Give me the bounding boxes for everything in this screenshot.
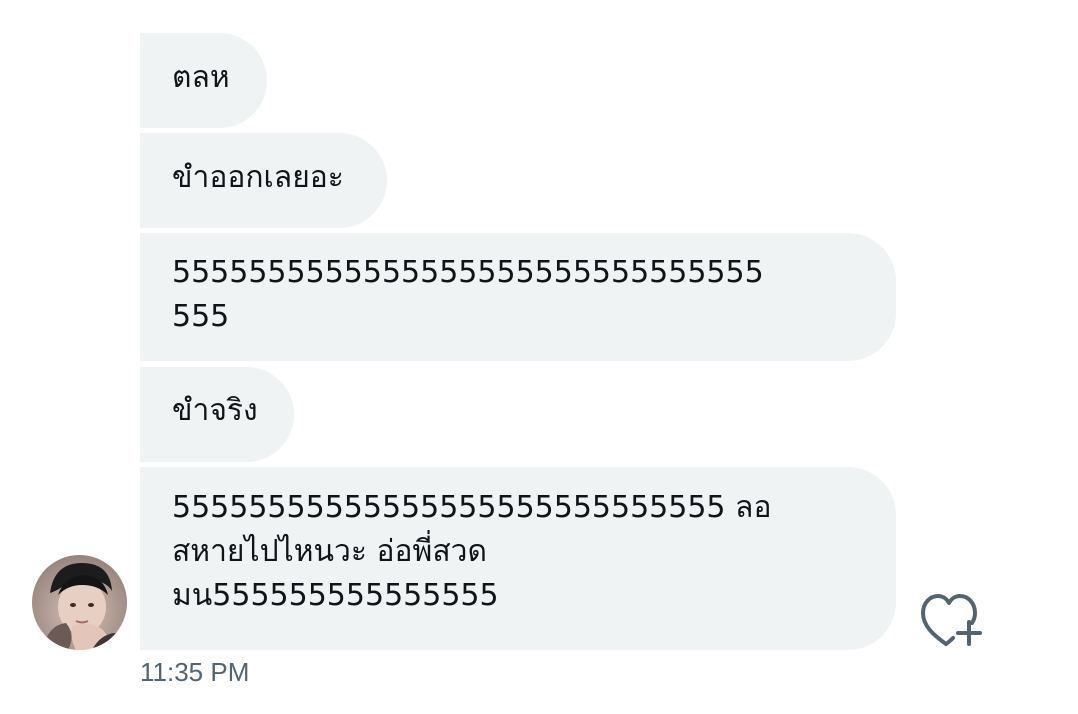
message-bubble[interactable]: 55555555555555555555555555555 ลอ สหายไปไ…	[140, 467, 896, 650]
message-text: ขำออกเลยอะ	[172, 160, 344, 195]
message-text: สหายไปไหนวะ อ่อพี่สวด	[172, 534, 487, 569]
message-text: 5555555555555555555555555555555	[172, 255, 764, 290]
avatar-image	[32, 555, 127, 650]
avatar[interactable]	[32, 555, 127, 650]
message-text: 55555555555555555555555555555 ลอ	[172, 490, 772, 525]
message-text: 555	[172, 299, 230, 334]
message-text: ตลห	[172, 60, 230, 95]
message-bubble[interactable]: ขำจริง	[140, 367, 294, 462]
heart-plus-icon[interactable]	[920, 592, 984, 648]
message-text: มน555555555555555	[172, 578, 499, 613]
dm-conversation: ตลห ขำออกเลยอะ 5555555555555555555555555…	[0, 0, 1078, 714]
react-icon-graphic	[921, 594, 982, 646]
message-bubble[interactable]: ขำออกเลยอะ	[140, 133, 387, 228]
message-bubble[interactable]: ตลห	[140, 33, 267, 128]
message-bubble[interactable]: 5555555555555555555555555555555 555	[140, 233, 896, 361]
message-timestamp: 11:35 PM	[140, 657, 250, 687]
message-text: ขำจริง	[172, 393, 258, 428]
